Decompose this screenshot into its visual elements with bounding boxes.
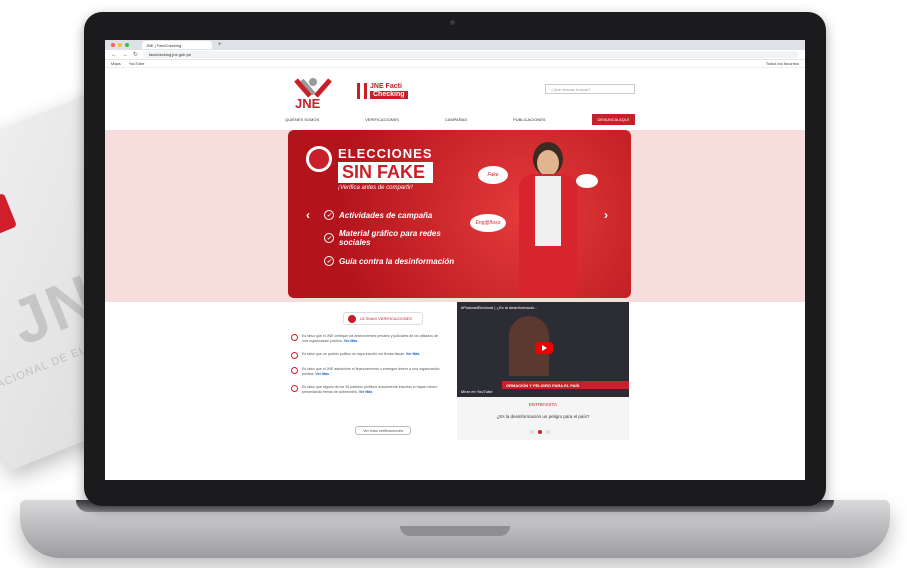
bookmarks-bar: Maps YouTube Todos los favoritos: [105, 60, 805, 68]
hero-item: ✓ Guía contra la desinformación: [324, 256, 464, 266]
item-text: Es falso que el JNE verifique los antece…: [302, 334, 439, 343]
brochure-badge: N: [0, 192, 18, 249]
carousel-dots: [530, 430, 550, 434]
item-text: Es falso que un partido político se haya…: [302, 352, 405, 356]
ver-mas-link[interactable]: Ver Más: [344, 339, 358, 343]
ver-mas-link[interactable]: Ver Más: [359, 390, 373, 394]
factchecking-line1: JNE Facti: [370, 83, 402, 90]
speech-bubble-icon: [576, 174, 598, 188]
url-field[interactable]: factchecking.jne.gob.pe: [143, 51, 799, 58]
browser-tab[interactable]: JNE | FactChecking: [142, 41, 212, 49]
ver-mas-link[interactable]: Ver Más: [315, 372, 329, 376]
search-input[interactable]: ¿Qué deseas buscar?: [545, 84, 635, 94]
new-tab-icon[interactable]: +: [218, 42, 222, 48]
list-item: Es falso que el JNE verifique los antece…: [291, 334, 441, 344]
hero-item-label: Actividades de campaña: [339, 210, 433, 220]
hero-list: ✓ Actividades de campaña ✓ Material gráf…: [324, 210, 464, 266]
fake-bubble: Fake: [478, 166, 508, 184]
woman-with-phone-image: [513, 142, 583, 298]
carousel-prev-icon[interactable]: ‹: [306, 208, 310, 222]
denuncia-button[interactable]: DENUNCIA AQUÍ: [591, 113, 635, 125]
search-icon: [291, 385, 298, 392]
check-icon: ✓: [324, 256, 334, 266]
lower-section: ÚLTIMAS VERIFICACIONES Es falso que el J…: [105, 302, 805, 452]
jne-logo-text: JNE: [295, 96, 321, 111]
hero-band: ELECCIONES SIN FAKE ¡Verifica antes de c…: [105, 130, 805, 302]
video-caption: ¿Es la desinformación un peligro para el…: [496, 414, 590, 419]
list-item: Es falso que el JNE administre el financ…: [291, 367, 441, 377]
browser-addressbar: ← → ↻ factchecking.jne.gob.pe: [105, 50, 805, 60]
nav-verificaciones[interactable]: VERIFICACIONES: [365, 117, 399, 122]
hero-item: ✓ Material gráfico para redes sociales: [324, 229, 464, 247]
forward-icon[interactable]: →: [122, 52, 128, 58]
search-icon: [291, 352, 298, 359]
maximize-dot[interactable]: [125, 43, 129, 47]
list-item: Es falso que un partido político se haya…: [291, 352, 441, 359]
factchecking-line2: Checking: [370, 91, 408, 99]
factchecking-mark-icon: [357, 83, 367, 99]
camera: [450, 20, 455, 25]
verification-list: Es falso que el JNE verifique los antece…: [291, 334, 441, 395]
carousel-next-icon[interactable]: ›: [604, 208, 608, 222]
video-caption-strip: ORMACIÓN Y PELIGRO PARA EL PAÍS: [502, 381, 629, 389]
nav-publicaciones[interactable]: PUBLICACIONES: [513, 117, 545, 122]
video-label: ENTREVISTA: [529, 402, 557, 407]
reload-icon[interactable]: ↻: [133, 51, 138, 58]
hero-subtitle: ¡Verifica antes de compartir!: [338, 185, 413, 191]
list-item: Es falso que alguno de los 35 partidos p…: [291, 385, 441, 395]
search-icon: [291, 367, 298, 374]
carousel-dot[interactable]: [546, 430, 550, 434]
badge-label: ÚLTIMAS VERIFICACIONES: [360, 316, 412, 321]
hero-title-line1: ELECCIONES: [338, 146, 433, 161]
ultimas-verificaciones-badge[interactable]: ÚLTIMAS VERIFICACIONES: [343, 312, 423, 325]
close-dot[interactable]: [111, 43, 115, 47]
search-icon: [291, 334, 298, 341]
carousel-dot[interactable]: [530, 430, 534, 434]
hero-banner[interactable]: ELECCIONES SIN FAKE ¡Verifica antes de c…: [288, 130, 631, 298]
minimize-dot[interactable]: [118, 43, 122, 47]
site-header: JNE JNE Facti Checking ¿Qué deseas busca…: [105, 68, 805, 112]
laptop-base: [20, 500, 890, 558]
hero-item-label: Material gráfico para redes sociales: [339, 229, 441, 247]
bookmark-youtube[interactable]: YouTube: [129, 61, 145, 66]
factchecking-logo[interactable]: JNE Facti Checking: [357, 82, 408, 100]
scene: N JNE ACIONAL DE ELECCIONES JNE | FactCh…: [0, 0, 907, 568]
laptop-lid: JNE | FactChecking + ← → ↻ factchecking.…: [84, 12, 826, 506]
laptop-screen: JNE | FactChecking + ← → ↻ factchecking.…: [105, 40, 805, 480]
youtube-link[interactable]: Mirar en YouTube: [461, 389, 492, 394]
check-icon: ✓: [324, 210, 334, 220]
ver-mas-verificaciones-button[interactable]: Ver más verificaciones: [355, 426, 411, 435]
check-icon: ✓: [324, 233, 334, 243]
bookmark-maps[interactable]: Maps: [111, 61, 121, 66]
checklist-icon: [348, 314, 356, 323]
carousel-dot-active[interactable]: [538, 430, 542, 434]
magnifier-icon: [306, 146, 332, 172]
video-player[interactable]: #PodcastElectoral | ¿Es la desinformació…: [457, 302, 629, 397]
hero-item: ✓ Actividades de campaña: [324, 210, 464, 220]
enganoso-bubble: Eng@ñoso: [470, 214, 506, 232]
nav-quienes-somos[interactable]: QUIÉNES SOMOS: [285, 117, 319, 122]
video-title: #PodcastElectoral | ¿Es la desinformació…: [461, 305, 538, 310]
play-icon[interactable]: [535, 342, 553, 354]
all-bookmarks[interactable]: Todos los favoritos: [766, 61, 799, 66]
site-nav: QUIÉNES SOMOS VERIFICACIONES CAMPAÑAS PU…: [105, 112, 805, 126]
back-icon[interactable]: ←: [111, 52, 117, 58]
laptop-notch: [400, 526, 510, 536]
ver-mas-link[interactable]: Ver Más: [406, 352, 420, 356]
hero-item-label: Guía contra la desinformación: [339, 256, 455, 266]
nav-campanas[interactable]: CAMPAÑAS: [445, 117, 467, 122]
browser-tabbar: JNE | FactChecking +: [105, 40, 805, 50]
hero-title-line2: SIN FAKE: [338, 162, 433, 183]
